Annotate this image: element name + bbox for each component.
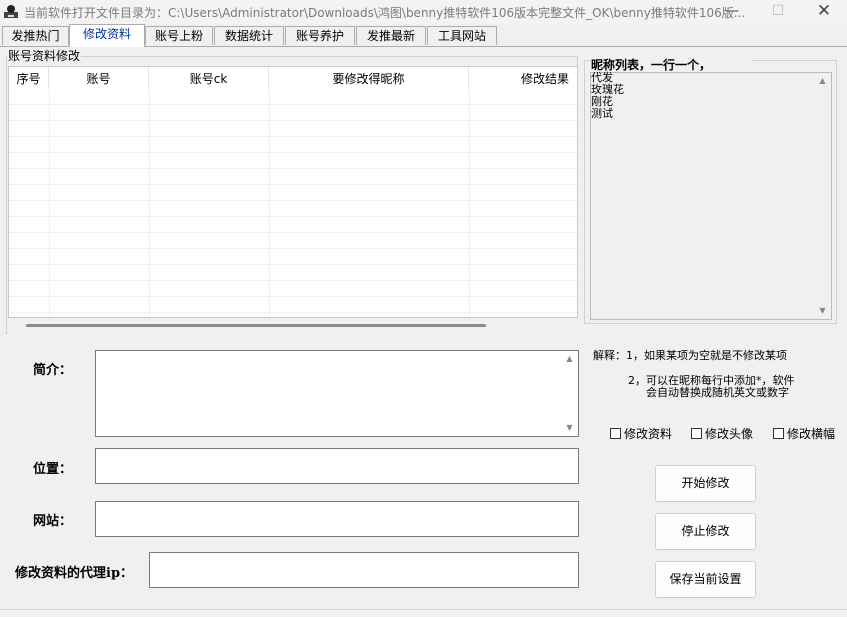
tab-zhanghao-shangfen[interactable]: 账号上粉 [145,26,213,45]
column-header-account-ck[interactable]: 账号ck [149,67,269,89]
checkbox-label: 修改头像 [705,427,754,441]
column-header-index[interactable]: 序号 [9,67,49,89]
table-row [9,233,577,249]
start-modify-button[interactable]: 开始修改 [655,465,756,502]
account-group-label: 账号资料修改 [7,47,82,64]
proxy-ip-field[interactable] [149,552,579,588]
maximize-icon[interactable]: ☐ [755,0,801,24]
location-field[interactable] [95,448,579,484]
explanation-line-3: 会自动替换成随机英文或数字 [646,386,789,399]
nickname-textarea[interactable] [590,72,832,320]
stop-modify-button[interactable]: 停止修改 [655,513,756,550]
scroll-down-icon[interactable]: ▼ [814,306,831,315]
table-row [9,121,577,137]
column-header-new-nickname[interactable]: 要修改得昵称 [269,67,469,89]
account-listview[interactable]: 序号 账号 账号ck 要修改得昵称 修改结果 [8,66,578,318]
table-row [9,105,577,121]
tab-xiugai-ziliao[interactable]: 修改资料 [69,24,145,47]
minimize-icon[interactable]: — [709,0,755,24]
table-row [9,89,577,105]
bio-textarea[interactable] [95,350,579,437]
table-row [9,217,577,233]
proxy-ip-label: 修改资料的代理ip： [15,566,134,581]
table-row [9,201,577,217]
table-row [9,265,577,281]
horizontal-scroll-thumb[interactable] [26,324,486,327]
explanation-line-1: 解释：1，如果某项为空就是不修改某项 [593,349,787,362]
save-settings-button[interactable]: 保存当前设置 [655,561,756,598]
scroll-up-icon[interactable]: ▲ [814,76,831,85]
tab-fatui-remen[interactable]: 发推热门 [2,26,69,45]
checkbox-box[interactable] [691,428,702,439]
app-icon [4,5,18,18]
tab-zhanghao-yanghu[interactable]: 账号养护 [285,26,355,45]
table-row [9,297,577,313]
table-row [9,249,577,265]
checkbox-box[interactable] [610,428,621,439]
table-row [9,281,577,297]
scroll-down-icon[interactable]: ▼ [561,423,578,432]
window-title: 当前软件打开文件目录为：C:\Users\Administrator\Downl… [24,6,746,20]
table-row [9,185,577,201]
nickname-text: 代发 玫瑰花 刚花 测试 [591,71,624,120]
bio-label: 简介： [33,363,73,378]
modify-avatar-checkbox[interactable]: 修改头像 [691,425,753,442]
nickname-list-label: 昵称列表，一行一个， [591,56,751,73]
checkbox-box[interactable] [773,428,784,439]
location-label: 位置： [33,462,73,477]
tab-fatui-zuixin[interactable]: 发推最新 [356,26,426,45]
close-icon[interactable]: ✕ [801,0,847,24]
table-row [9,153,577,169]
scroll-up-icon[interactable]: ▲ [561,354,578,363]
website-label: 网站： [33,514,73,529]
website-field[interactable] [95,501,579,537]
column-header-account[interactable]: 账号 [49,67,149,89]
modify-banner-checkbox[interactable]: 修改横幅 [773,425,835,442]
table-row [9,169,577,185]
checkbox-label: 修改横幅 [787,427,836,441]
listview-header: 序号 账号 账号ck 要修改得昵称 修改结果 [9,67,577,89]
modify-profile-checkbox[interactable]: 修改资料 [610,425,672,442]
tab-shuju-tongji[interactable]: 数据统计 [214,26,284,45]
column-header-result[interactable]: 修改结果 [469,67,577,89]
tab-gongju-wangzhan[interactable]: 工具网站 [427,26,497,45]
table-row [9,137,577,153]
checkbox-label: 修改资料 [624,427,673,441]
status-divider [0,609,847,610]
